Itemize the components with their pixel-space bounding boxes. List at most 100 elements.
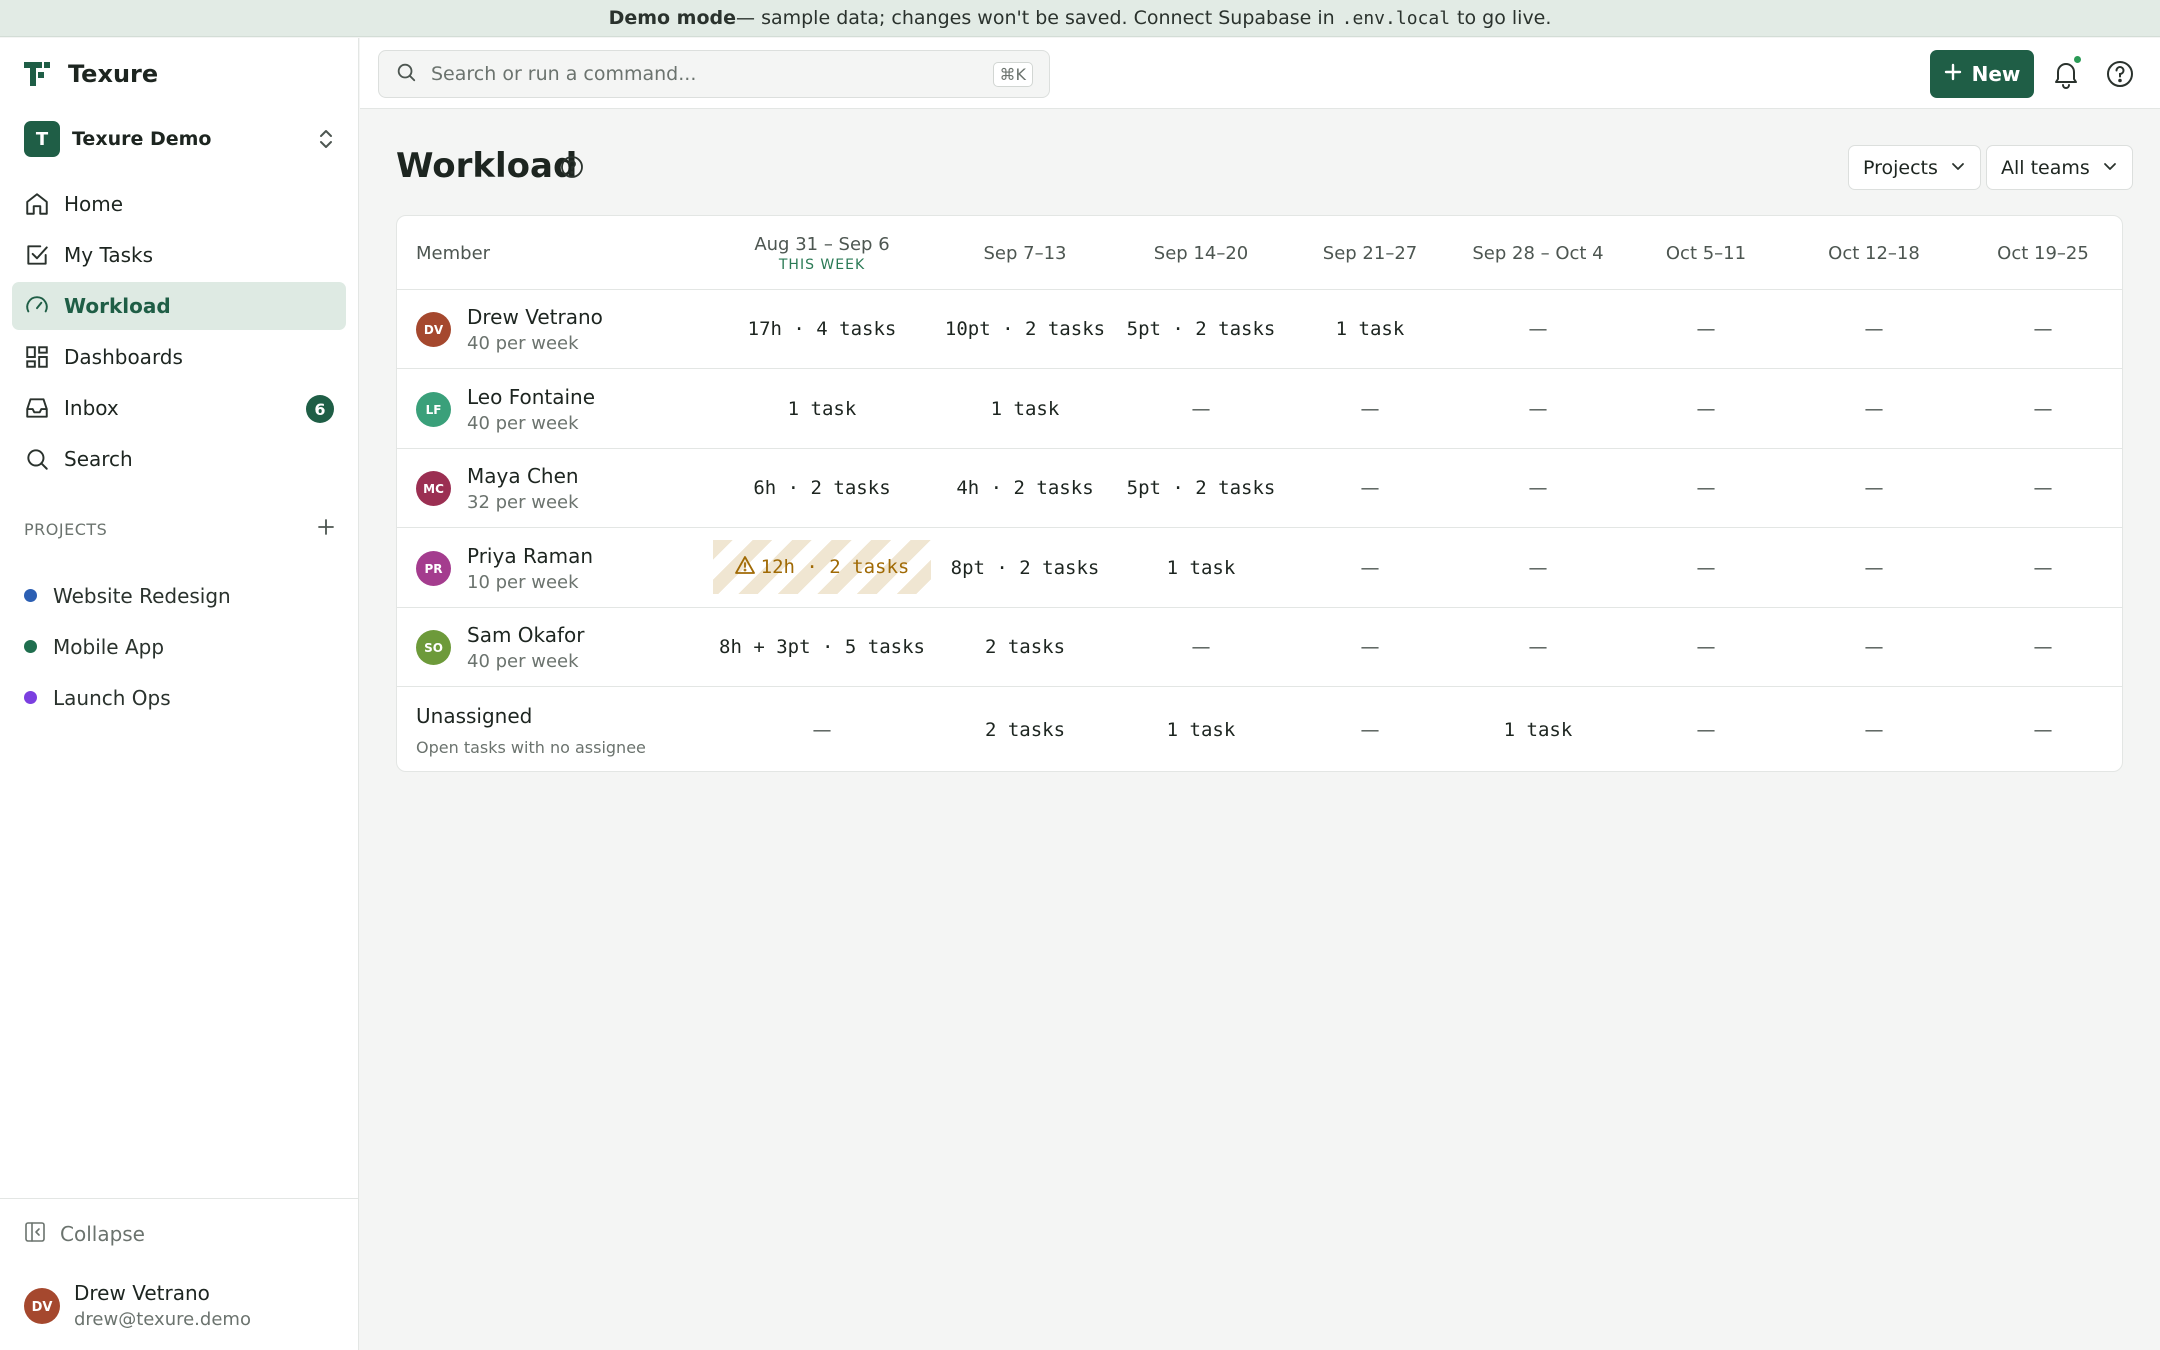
top-bar: Search or run a command... ⌘K New xyxy=(360,38,2160,109)
new-button-label: New xyxy=(1971,62,2021,86)
workload-cell: — xyxy=(1290,529,1450,607)
workload-cell[interactable]: 5pt · 2 tasks xyxy=(1121,449,1281,527)
week-column-header: Oct 12–18 xyxy=(1784,216,1964,290)
workload-cell[interactable]: 1 task xyxy=(1121,529,1281,607)
workload-cell[interactable]: 2 tasks xyxy=(945,608,1105,686)
workload-value: — xyxy=(812,719,832,741)
workload-cell: — xyxy=(1290,688,1450,771)
avatar: DV xyxy=(24,1287,60,1324)
grid-icon xyxy=(24,344,50,370)
workload-cell: — xyxy=(1963,529,2122,607)
demo-mode-banner: Demo mode — sample data; changes won't b… xyxy=(0,0,2160,37)
member-name: Drew Vetrano xyxy=(467,304,603,329)
table-row[interactable]: MC Maya Chen 32 per week 6h · 2 tasks 4h · 2… xyxy=(397,449,2122,528)
command-search-input[interactable]: Search or run a command... ⌘K xyxy=(378,50,1050,98)
avatar-initials: SO xyxy=(424,641,443,655)
nav-item-workload[interactable]: Workload xyxy=(12,282,346,330)
workload-cell[interactable]: 4h · 2 tasks xyxy=(945,449,1105,527)
workload-cell: — xyxy=(1458,290,1618,368)
nav-item-home[interactable]: Home xyxy=(12,180,346,228)
workload-value: — xyxy=(1360,477,1380,499)
workload-cell[interactable]: 1 task xyxy=(945,370,1105,448)
team-filter-value: All teams xyxy=(2001,156,2090,179)
workload-value: 6h · 2 tasks xyxy=(753,477,891,499)
workload-value: — xyxy=(1360,636,1380,658)
member-info: Sam Okafor 40 per week xyxy=(467,623,585,672)
workload-cell: — xyxy=(1794,290,1954,368)
workload-cell: — xyxy=(1794,370,1954,448)
week-label: Aug 31 – Sep 6 xyxy=(754,233,890,255)
help-icon[interactable] xyxy=(2102,56,2138,92)
nav-label: Inbox xyxy=(64,396,119,420)
team-filter-dropdown[interactable]: All teams xyxy=(1986,145,2133,190)
workspace-switcher[interactable]: T Texure Demo xyxy=(24,120,336,158)
collapse-sidebar-button[interactable]: Collapse xyxy=(24,1221,145,1247)
workload-cell: — xyxy=(1626,449,1786,527)
workload-cell[interactable]: 2 tasks xyxy=(945,688,1105,771)
table-row[interactable]: SO Sam Okafor 40 per week 8h + 3pt · 5 task… xyxy=(397,608,2122,687)
nav-item-inbox[interactable]: Inbox 6 xyxy=(12,384,346,432)
table-row[interactable]: LF Leo Fontaine 40 per week 1 task 1 task — — —… xyxy=(397,370,2122,449)
week-label: Sep 21–27 xyxy=(1322,242,1418,264)
week-column-header: Sep 28 – Oct 4 xyxy=(1448,216,1628,290)
chevron-down-icon xyxy=(1950,157,1966,179)
workload-value: — xyxy=(1360,719,1380,741)
home-icon xyxy=(24,191,50,217)
group-by-value: Projects xyxy=(1863,156,1938,179)
workload-cell[interactable]: 17h · 4 tasks xyxy=(742,290,902,368)
nav-label: My Tasks xyxy=(64,243,154,267)
workload-cell[interactable]: 1 task xyxy=(742,370,902,448)
workload-cell[interactable]: 8h + 3pt · 5 tasks xyxy=(719,608,925,686)
add-project-icon[interactable] xyxy=(316,517,336,541)
workload-cell: — xyxy=(1626,370,1786,448)
member-cell: MC Maya Chen 32 per week xyxy=(416,449,579,527)
projects-list: Website Redesign Mobile App Launch Ops xyxy=(24,570,231,723)
keyboard-shortcut: ⌘K xyxy=(992,61,1033,87)
workload-cell[interactable]: 6h · 2 tasks xyxy=(742,449,902,527)
project-name: Mobile App xyxy=(53,634,165,659)
workload-cell[interactable]: 5pt · 2 tasks xyxy=(1121,290,1281,368)
workload-value: — xyxy=(1864,477,1884,499)
banner-bold: Demo mode xyxy=(608,7,737,29)
member-name: Leo Fontaine xyxy=(467,384,596,409)
workspace-badge: T xyxy=(24,121,60,157)
group-by-dropdown[interactable]: Projects xyxy=(1848,145,1981,190)
projects-header: PROJECTS xyxy=(24,515,336,543)
week-label: Sep 7–13 xyxy=(983,242,1067,264)
workload-value: — xyxy=(2033,477,2053,499)
workload-cell: — xyxy=(1963,370,2122,448)
member-name: Sam Okafor xyxy=(467,622,585,647)
workload-value: — xyxy=(1696,636,1716,658)
workload-cell[interactable]: 10pt · 2 tasks xyxy=(945,290,1105,368)
help-circle-icon[interactable] xyxy=(558,153,586,181)
unassigned-row[interactable]: Unassigned Open tasks with no assignee — 2 … xyxy=(397,688,2122,771)
workload-value: 17h · 4 tasks xyxy=(747,318,897,340)
workload-cell[interactable]: 1 task xyxy=(1290,290,1450,368)
table-row[interactable]: DV Drew Vetrano 40 per week 17h · 4 tasks 10… xyxy=(397,290,2122,369)
banner-text: — sample data; changes won't be saved. C… xyxy=(736,7,1335,29)
avatar: LF xyxy=(416,391,451,427)
workload-cell: — xyxy=(1121,608,1281,686)
search-placeholder: Search or run a command... xyxy=(431,63,697,85)
table-row[interactable]: PR Priya Raman 10 per week 12h · 2 tasks 8pt… xyxy=(397,529,2122,608)
project-item-mobile-app[interactable]: Mobile App xyxy=(24,621,231,672)
overloaded-workload-cell[interactable]: 12h · 2 tasks xyxy=(713,540,931,594)
member-cell: SO Sam Okafor 40 per week xyxy=(416,608,585,686)
nav-item-my-tasks[interactable]: My Tasks xyxy=(12,231,346,279)
workload-cell[interactable]: 1 task xyxy=(1121,688,1281,771)
project-item-launch-ops[interactable]: Launch Ops xyxy=(24,672,231,723)
workload-cell: — xyxy=(1290,449,1450,527)
nav-item-dashboards[interactable]: Dashboards xyxy=(12,333,346,381)
user-profile[interactable]: DV Drew Vetrano drew@texure.demo xyxy=(24,1281,251,1330)
project-item-website-redesign[interactable]: Website Redesign xyxy=(24,570,231,621)
app-logo[interactable]: Texure xyxy=(24,60,158,88)
week-label: Sep 28 – Oct 4 xyxy=(1472,242,1604,264)
project-name: Website Redesign xyxy=(53,583,231,608)
new-button[interactable]: New xyxy=(1930,50,2034,98)
workload-cell: — xyxy=(1963,449,2122,527)
gauge-icon xyxy=(24,293,50,319)
workload-cell[interactable]: 8pt · 2 tasks xyxy=(945,529,1105,607)
workload-value: — xyxy=(2033,398,2053,420)
workload-cell[interactable]: 1 task xyxy=(1458,688,1618,771)
nav-item-search[interactable]: Search xyxy=(12,435,346,483)
